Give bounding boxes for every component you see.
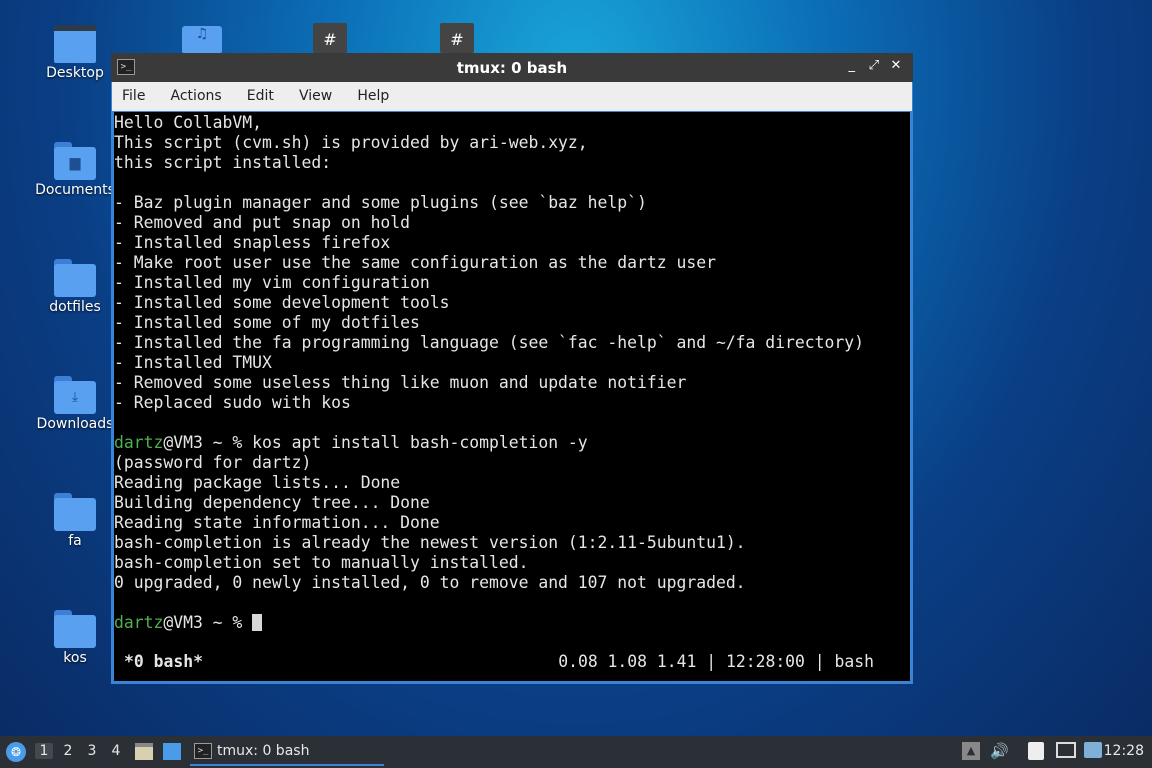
terminal-line: - Make root user use the same configurat… bbox=[114, 253, 716, 272]
prompt-text: @VM3 ~ % bbox=[163, 613, 253, 632]
terminal-icon: >_ bbox=[194, 743, 212, 759]
folder-icon bbox=[54, 493, 96, 531]
terminal-output[interactable]: Hello CollabVM, This script (cvm.sh) is … bbox=[114, 112, 910, 681]
tray-expand-icon[interactable]: ▲ bbox=[962, 742, 980, 760]
desktop-icon-downloads[interactable]: ⤓ Downloads bbox=[35, 376, 115, 432]
terminal-line: - Baz plugin manager and some plugins (s… bbox=[114, 193, 647, 212]
close-button[interactable]: ✕ bbox=[887, 58, 905, 73]
desktop-icon-label: Desktop bbox=[46, 65, 104, 81]
terminal-window[interactable]: >_ tmux: 0 bash _ ⤢ ✕ File Actions Edit … bbox=[111, 53, 913, 684]
show-desktop-icon[interactable] bbox=[163, 743, 181, 760]
desktop-icon-label: Downloads bbox=[36, 416, 114, 432]
clipboard-icon[interactable] bbox=[1028, 742, 1044, 760]
start-menu-icon[interactable]: ❂ bbox=[6, 742, 26, 762]
workspace-2[interactable]: 2 bbox=[59, 743, 77, 759]
command-prompt-line: dartz@VM3 ~ % kos apt install bash-compl… bbox=[114, 433, 864, 453]
terminal-line: - Installed my vim configuration bbox=[114, 273, 430, 292]
text-cursor bbox=[252, 614, 263, 631]
prompt-user: dartz bbox=[114, 613, 164, 632]
workspace-4[interactable]: 4 bbox=[107, 743, 125, 759]
window-title: tmux: 0 bash bbox=[456, 59, 568, 77]
downloads-folder-icon: ⤓ bbox=[54, 376, 96, 414]
desktop-icon-dotfiles[interactable]: dotfiles bbox=[35, 259, 115, 315]
desktop-icon-kos[interactable]: kos bbox=[35, 610, 115, 666]
tmux-status-bar: *0 bash* 0.08 1.08 1.41 | 12:28:00 | bas… bbox=[114, 652, 910, 672]
desktop-icon-label: Documents bbox=[35, 182, 115, 198]
desktop-icon-label: fa bbox=[68, 533, 82, 549]
terminal-line: Hello CollabVM, bbox=[114, 113, 263, 132]
script-file-icon[interactable]: # bbox=[313, 23, 347, 53]
terminal-line: Reading state information... Done bbox=[114, 513, 440, 532]
menu-actions[interactable]: Actions bbox=[161, 82, 232, 111]
terminal-line: This script (cvm.sh) is provided by ari-… bbox=[114, 133, 588, 152]
menu-view[interactable]: View bbox=[289, 82, 342, 111]
prompt-user: dartz bbox=[114, 433, 164, 452]
taskbar-item-label: tmux: 0 bash bbox=[217, 743, 310, 759]
file-manager-icon[interactable] bbox=[135, 743, 153, 760]
tmux-window-list[interactable]: *0 bash* bbox=[124, 652, 203, 672]
network-icon[interactable] bbox=[1056, 742, 1076, 758]
screen-icon[interactable] bbox=[1084, 742, 1102, 758]
script-file-icon[interactable]: # bbox=[440, 23, 474, 53]
desktop-icon-fa[interactable]: fa bbox=[35, 493, 115, 549]
desktop-icon-desktop[interactable]: Desktop bbox=[35, 25, 115, 81]
prompt-command: @VM3 ~ % kos apt install bash-completion… bbox=[163, 433, 588, 452]
menubar: File Actions Edit View Help bbox=[112, 82, 912, 111]
terminal-line: - Installed some development tools bbox=[114, 293, 450, 312]
terminal-line: bash-completion is already the newest ve… bbox=[114, 533, 746, 552]
desktop-icon-documents[interactable]: ▆ Documents bbox=[35, 142, 115, 198]
terminal-line: - Installed TMUX bbox=[114, 353, 272, 372]
terminal-line: - Replaced sudo with kos bbox=[114, 393, 351, 412]
terminal-line: bash-completion set to manually installe… bbox=[114, 553, 529, 572]
taskbar: ❂ 1 2 3 4 >_ tmux: 0 bash ▲ 🔊 12:28 bbox=[0, 736, 1152, 768]
terminal-line: (password for dartz) bbox=[114, 453, 312, 472]
clock[interactable]: 12:28 bbox=[1104, 743, 1144, 759]
folder-icon bbox=[54, 610, 96, 648]
terminal-line: - Removed some useless thing like muon a… bbox=[114, 373, 687, 392]
folder-icon bbox=[54, 259, 96, 297]
desktop-icon-label: dotfiles bbox=[49, 299, 101, 315]
taskbar-item-tmux[interactable]: >_ tmux: 0 bash bbox=[190, 738, 384, 766]
window-titlebar[interactable]: >_ tmux: 0 bash _ ⤢ ✕ bbox=[111, 53, 913, 82]
documents-folder-icon: ▆ bbox=[54, 142, 96, 180]
active-prompt-line[interactable]: dartz@VM3 ~ % bbox=[114, 613, 864, 633]
terminal-line: this script installed: bbox=[114, 153, 332, 172]
workspace-3[interactable]: 3 bbox=[83, 743, 101, 759]
menu-help[interactable]: Help bbox=[347, 82, 399, 111]
menu-edit[interactable]: Edit bbox=[237, 82, 284, 111]
terminal-line: Building dependency tree... Done bbox=[114, 493, 430, 512]
terminal-line: - Installed some of my dotfiles bbox=[114, 313, 420, 332]
maximize-button[interactable]: ⤢ bbox=[865, 58, 883, 73]
menu-file[interactable]: File bbox=[112, 82, 155, 111]
monitor-icon bbox=[54, 25, 96, 63]
terminal-line: Reading package lists... Done bbox=[114, 473, 401, 492]
terminal-line: - Removed and put snap on hold bbox=[114, 213, 411, 232]
workspace-1[interactable]: 1 bbox=[35, 743, 53, 759]
music-folder-icon[interactable]: ♫ bbox=[182, 26, 222, 54]
volume-icon[interactable]: 🔊 bbox=[990, 742, 1009, 760]
tmux-status-right: 0.08 1.08 1.41 | 12:28:00 | bash bbox=[558, 652, 874, 671]
terminal-line: - Installed the fa programming language … bbox=[114, 333, 864, 352]
terminal-line: 0 upgraded, 0 newly installed, 0 to remo… bbox=[114, 573, 746, 592]
minimize-button[interactable]: _ bbox=[843, 58, 861, 73]
terminal-line: - Installed snapless firefox bbox=[114, 233, 391, 252]
desktop-icon-label: kos bbox=[63, 650, 87, 666]
